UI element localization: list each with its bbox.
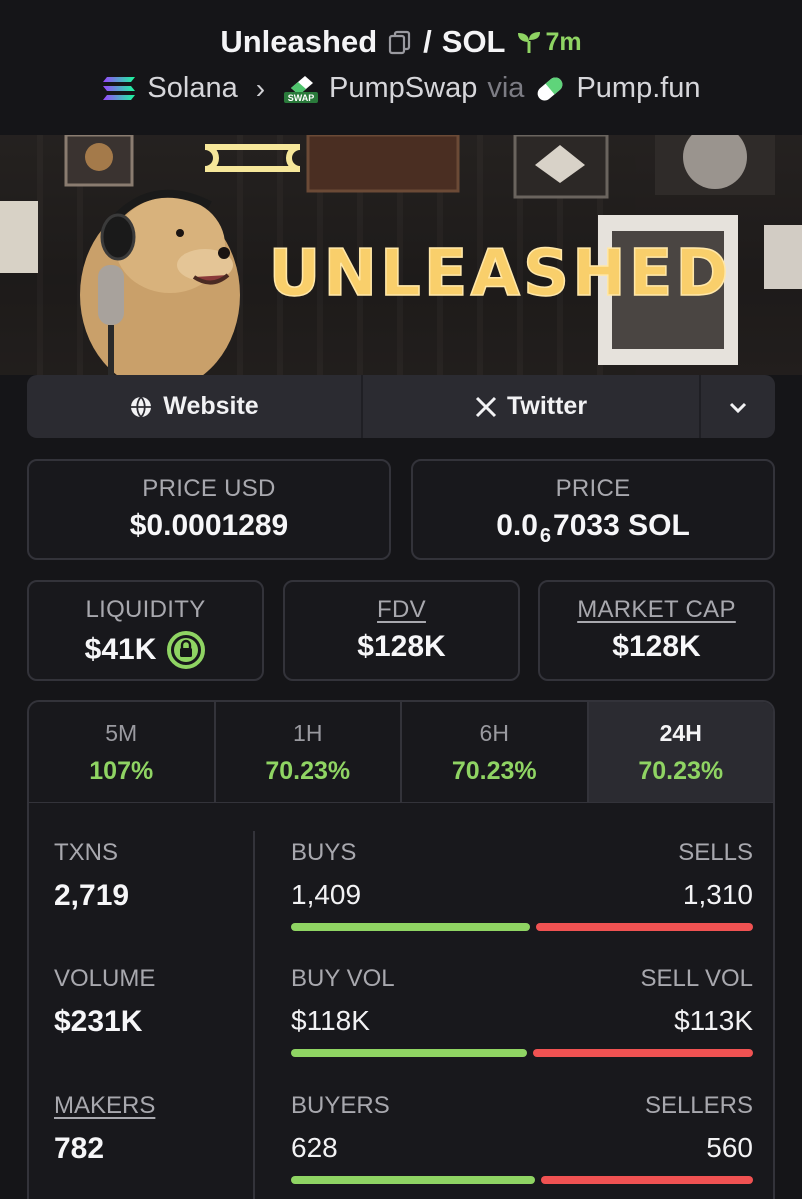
buys-value: 1,409 xyxy=(291,879,362,910)
liquidity-value: $41K xyxy=(84,633,157,666)
lock-icon[interactable] xyxy=(166,630,206,670)
buy-vol-bar-fill xyxy=(291,1049,528,1057)
chain-name[interactable]: Solana xyxy=(147,72,237,105)
liquidity-box: LIQUIDITY $41K xyxy=(27,580,264,681)
breadcrumb: Solana › SWAP PumpSwap via Pump.fun xyxy=(0,72,802,105)
sellers-label: SELLERS xyxy=(644,1092,753,1119)
pumpswap-icon: SWAP xyxy=(284,75,319,103)
tab-6h[interactable]: 6H 70.23% xyxy=(402,702,589,802)
tab-24h[interactable]: 24H 70.23% xyxy=(588,702,773,802)
sells-label: SELLS xyxy=(678,839,753,866)
trade-stats-panel: TXNS 2,719 VOLUME $231K MAKERS 782 BUYS … xyxy=(27,803,775,1199)
age-text: 7m xyxy=(545,27,582,56)
website-label: Website xyxy=(163,392,259,420)
twitter-label: Twitter xyxy=(506,392,588,420)
token-banner-image: UNLEASHED xyxy=(0,135,802,375)
tab-5m[interactable]: 5M 107% xyxy=(29,702,216,802)
chevron-right-icon: › xyxy=(255,72,266,104)
sell-vol-bar-fill xyxy=(533,1049,753,1057)
quote-token: SOL xyxy=(441,24,506,59)
pair-title: Unleashed / SOL 7m xyxy=(0,24,802,60)
volume-ratio-bar xyxy=(291,1049,753,1057)
tab-24h-label: 24H xyxy=(659,720,702,746)
website-button[interactable]: Website xyxy=(27,375,363,438)
price-label: PRICE xyxy=(555,475,631,502)
token-name: Unleashed xyxy=(220,24,378,59)
sellers-bar-fill xyxy=(541,1176,753,1184)
pair-header: Unleashed / SOL 7m Solana › SWAP PumpSwa… xyxy=(0,0,802,135)
banner-text: UNLEASHED xyxy=(268,237,731,311)
txns-label: TXNS xyxy=(54,839,119,866)
tab-5m-label: 5M xyxy=(105,720,138,746)
price-usd-label: PRICE USD xyxy=(142,475,276,502)
fdv-label[interactable]: FDV xyxy=(285,596,518,624)
social-links-bar: Website Twitter xyxy=(27,375,775,438)
x-logo-icon xyxy=(475,396,497,417)
makers-value: 782 xyxy=(54,1132,105,1165)
copy-icon[interactable] xyxy=(387,29,413,55)
buyers-bar-fill xyxy=(291,1176,536,1184)
volume-value: $231K xyxy=(54,1005,143,1038)
pair-separator: / xyxy=(423,24,432,59)
via-label: via xyxy=(487,72,525,104)
chevron-down-icon xyxy=(729,402,747,413)
volume-label: VOLUME xyxy=(54,965,156,992)
solana-icon xyxy=(103,76,136,100)
launchpad-name[interactable]: Pump.fun xyxy=(576,72,700,105)
market-cap-value: $128K xyxy=(612,630,701,663)
twitter-button[interactable]: Twitter xyxy=(363,375,701,438)
fdv-box[interactable]: FDV $128K xyxy=(283,580,520,681)
globe-icon xyxy=(131,395,152,418)
fdv-value: $128K xyxy=(357,630,446,663)
tab-6h-label: 6H xyxy=(479,720,509,746)
tab-6h-change: 70.23% xyxy=(451,757,537,785)
buys-bar-fill xyxy=(291,923,531,931)
buyers-label: BUYERS xyxy=(291,1092,390,1119)
dex-name[interactable]: PumpSwap xyxy=(329,72,477,105)
makers-stat[interactable]: MAKERS 782 xyxy=(54,1092,155,1166)
price-prefix: 0.0 xyxy=(496,509,538,542)
tab-5m-change: 107% xyxy=(89,757,154,785)
market-cap-label[interactable]: MARKET CAP xyxy=(540,596,773,624)
stats-divider xyxy=(253,831,255,1199)
sprout-icon xyxy=(517,32,540,53)
tab-24h-change: 70.23% xyxy=(638,757,724,785)
buyers-value: 628 xyxy=(291,1132,338,1163)
volume-stat: VOLUME $231K xyxy=(54,965,155,1039)
makers-ratio-bar xyxy=(291,1176,753,1184)
buys-sells-stat: BUYS SELLS 1,409 1,310 xyxy=(291,839,753,931)
price-usd-value: $0.0001289 xyxy=(129,509,289,542)
buy-vol-value: $118K xyxy=(291,1005,370,1036)
txns-stat: TXNS 2,719 xyxy=(54,839,129,913)
sell-vol-label: SELL VOL xyxy=(640,965,753,992)
tab-1h[interactable]: 1H 70.23% xyxy=(216,702,402,802)
pair-age: 7m xyxy=(516,28,582,57)
buys-sells-ratio-bar xyxy=(291,923,753,931)
makers-label[interactable]: MAKERS xyxy=(54,1092,155,1120)
price-native-box: PRICE 0.0 6 7033 SOL xyxy=(411,459,775,560)
tab-1h-change: 70.23% xyxy=(265,757,351,785)
tab-1h-label: 1H xyxy=(293,720,323,746)
price-suffix: 7033 SOL xyxy=(553,509,690,542)
price-usd-box: PRICE USD $0.0001289 xyxy=(27,459,391,560)
liquidity-label: LIQUIDITY xyxy=(85,596,206,623)
timeframe-tabs: 5M 107% 1H 70.23% 6H 70.23% 24H 70.23% xyxy=(27,700,775,804)
buys-label: BUYS xyxy=(291,839,357,866)
market-cap-box[interactable]: MARKET CAP $128K xyxy=(538,580,775,681)
price-zero-count: 6 xyxy=(539,524,552,547)
sells-bar-fill xyxy=(536,923,753,931)
sell-vol-value: $113K xyxy=(674,1005,753,1036)
buyers-sellers-stat: BUYERS SELLERS 628 560 xyxy=(291,1092,753,1184)
dex-badge: SWAP xyxy=(288,93,315,103)
more-links-button[interactable] xyxy=(701,375,775,438)
txns-value: 2,719 xyxy=(54,879,130,912)
pill-icon xyxy=(538,77,563,100)
buy-vol-label: BUY VOL xyxy=(291,965,395,992)
sellers-value: 560 xyxy=(706,1132,753,1163)
sells-value: 1,310 xyxy=(682,879,753,910)
buy-sell-volume-stat: BUY VOL SELL VOL $118K $113K xyxy=(291,965,753,1057)
